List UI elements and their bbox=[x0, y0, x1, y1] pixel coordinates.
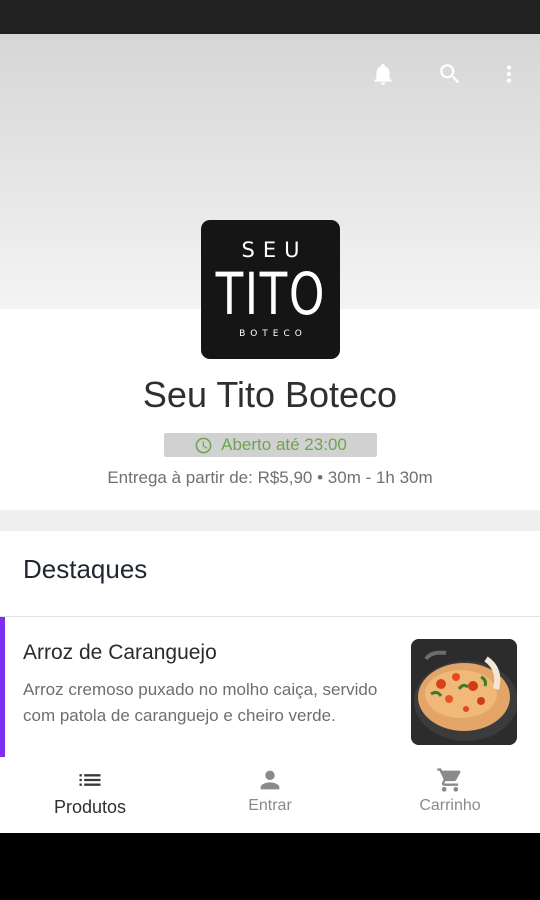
delivery-info: Entrega à partir de: R$5,90 • 30m - 1h 3… bbox=[107, 468, 433, 487]
clock-icon bbox=[195, 437, 212, 453]
bottom-navigation: Produtos Entrar Carrinho bbox=[0, 757, 540, 833]
nav-login[interactable]: Entrar bbox=[180, 757, 360, 833]
product-description: Arroz cremoso puxado no molho caiça, ser… bbox=[23, 680, 378, 725]
logo-text-tito: TITO bbox=[215, 260, 326, 328]
more-vert-icon[interactable] bbox=[493, 58, 525, 90]
person-icon bbox=[260, 770, 280, 790]
app-screen: SEU TITO BOTECO Seu Tito Boteco Aberto a… bbox=[0, 34, 540, 833]
card-accent-bar bbox=[0, 617, 5, 757]
logo-text-boteco: BOTECO bbox=[239, 329, 307, 339]
store-name: Seu Tito Boteco bbox=[142, 374, 398, 415]
product-title: Arroz de Caranguejo bbox=[23, 641, 217, 664]
highlights-title: Destaques bbox=[23, 554, 148, 584]
open-status-text: Aberto até 23:00 bbox=[221, 435, 347, 454]
open-status-badge: Aberto até 23:00 bbox=[164, 433, 377, 457]
section-divider bbox=[0, 510, 540, 531]
product-card[interactable]: Arroz de Caranguejo Arroz cremoso puxado… bbox=[0, 617, 540, 757]
cart-icon bbox=[437, 768, 461, 792]
system-navigation-bar bbox=[0, 833, 540, 900]
product-image bbox=[411, 639, 517, 745]
logo-text-seu: SEU bbox=[241, 238, 308, 262]
list-icon bbox=[79, 774, 101, 786]
nav-cart-label: Carrinho bbox=[419, 797, 481, 814]
nav-products-label: Produtos bbox=[53, 797, 127, 817]
search-icon[interactable] bbox=[434, 58, 466, 90]
bell-icon[interactable] bbox=[367, 58, 399, 90]
nav-cart[interactable]: Carrinho bbox=[360, 757, 540, 833]
store-logo: SEU TITO BOTECO bbox=[201, 220, 340, 359]
nav-login-label: Entrar bbox=[248, 797, 292, 814]
nav-products[interactable]: Produtos bbox=[0, 757, 180, 833]
system-status-bar bbox=[0, 0, 540, 34]
